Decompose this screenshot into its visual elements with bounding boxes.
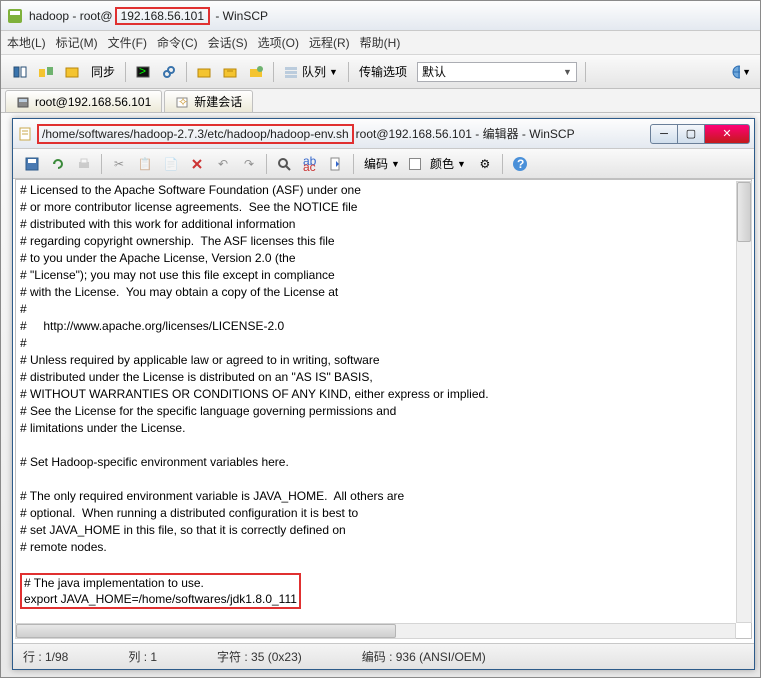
globe-icon[interactable]: ▼ bbox=[730, 61, 752, 83]
svg-text:✧: ✧ bbox=[178, 95, 188, 109]
xfer-label: 传输选项 bbox=[359, 63, 407, 80]
status-col: 列 : 1 bbox=[128, 648, 157, 665]
window-buttons: ─ ▢ ✕ bbox=[651, 124, 750, 144]
editor-toolbar: ✂ 📋 📄 ↶ ↷ abac 编码 ▼ 颜色 ▼ ⚙ ? bbox=[13, 149, 754, 179]
print-icon[interactable] bbox=[73, 153, 95, 175]
menu-remote[interactable]: 远程(R) bbox=[309, 34, 350, 51]
main-toolbar: 同步 > 队列 ▼ 传输选项 默认▼ ▼ bbox=[1, 55, 760, 89]
main-title: hadoop - root@192.168.56.101 - WinSCP bbox=[29, 9, 754, 23]
svg-text:?: ? bbox=[517, 157, 524, 171]
color-select[interactable]: 颜色 ▼ bbox=[424, 153, 472, 174]
tab-session[interactable]: root@192.168.56.101 bbox=[5, 90, 162, 112]
nav-icon[interactable] bbox=[9, 61, 31, 83]
app-icon bbox=[7, 8, 23, 24]
status-char: 字符 : 35 (0x23) bbox=[217, 648, 302, 665]
xfer-select[interactable]: 默认▼ bbox=[417, 62, 577, 82]
hscroll-thumb[interactable] bbox=[16, 624, 396, 638]
undo-icon[interactable]: ↶ bbox=[212, 153, 234, 175]
delete-icon[interactable] bbox=[186, 153, 208, 175]
sync-folder-icon[interactable] bbox=[61, 61, 83, 83]
cut-icon[interactable]: ✂ bbox=[108, 153, 130, 175]
menu-opt[interactable]: 选项(O) bbox=[258, 34, 299, 51]
paste-icon[interactable]: 📄 bbox=[160, 153, 182, 175]
goto-icon[interactable] bbox=[325, 153, 347, 175]
close-button[interactable]: ✕ bbox=[704, 124, 750, 144]
editor-titlebar: /home/softwares/hadoop-2.7.3/etc/hadoop/… bbox=[13, 119, 754, 149]
save-icon[interactable] bbox=[21, 153, 43, 175]
find-icon[interactable] bbox=[273, 153, 295, 175]
session-tabs: root@192.168.56.101 ✧新建会话 bbox=[1, 89, 760, 113]
editor-content[interactable]: # Licensed to the Apache Software Founda… bbox=[16, 180, 751, 639]
menu-file[interactable]: 文件(F) bbox=[108, 34, 147, 51]
file-path: /home/softwares/hadoop-2.7.3/etc/hadoop/… bbox=[37, 124, 354, 144]
svg-text:>: > bbox=[139, 64, 146, 78]
server-icon bbox=[16, 95, 30, 109]
editor-title-rest: root@192.168.56.101 - 编辑器 - WinSCP bbox=[356, 125, 651, 142]
folder1-icon[interactable] bbox=[193, 61, 215, 83]
editor-window: /home/softwares/hadoop-2.7.3/etc/hadoop/… bbox=[12, 118, 755, 670]
ip-highlight: 192.168.56.101 bbox=[115, 7, 210, 25]
menu-cmd[interactable]: 命令(C) bbox=[157, 34, 198, 51]
encoding-select[interactable]: 编码 ▼ bbox=[358, 153, 406, 174]
main-menu: 本地(L) 标记(M) 文件(F) 命令(C) 会话(S) 选项(O) 远程(R… bbox=[1, 31, 760, 55]
status-line: 行 : 1/98 bbox=[23, 648, 68, 665]
main-titlebar: hadoop - root@192.168.56.101 - WinSCP bbox=[1, 1, 760, 31]
svg-text:ac: ac bbox=[303, 160, 316, 172]
horizontal-scrollbar[interactable] bbox=[15, 623, 736, 639]
sync-button[interactable]: 同步 bbox=[85, 61, 121, 82]
help-icon[interactable]: ? bbox=[509, 153, 531, 175]
copy-icon[interactable]: 📋 bbox=[134, 153, 156, 175]
editor-text-area[interactable]: # Licensed to the Apache Software Founda… bbox=[15, 179, 752, 639]
settings-icon[interactable]: ⚙ bbox=[474, 153, 496, 175]
menu-session[interactable]: 会话(S) bbox=[208, 34, 248, 51]
vertical-scrollbar[interactable] bbox=[736, 181, 752, 623]
queue-button[interactable]: 队列 ▼ bbox=[278, 61, 344, 82]
editor-statusbar: 行 : 1/98 列 : 1 字符 : 35 (0x23) 编码 : 936 (… bbox=[13, 643, 754, 669]
tab-new-session[interactable]: ✧新建会话 bbox=[164, 90, 253, 112]
new-icon: ✧ bbox=[175, 95, 189, 109]
maximize-button[interactable]: ▢ bbox=[677, 124, 705, 144]
scroll-thumb[interactable] bbox=[737, 182, 751, 242]
menu-local[interactable]: 本地(L) bbox=[7, 34, 46, 51]
java-home-highlight: # The java implementation to use. export… bbox=[20, 573, 301, 609]
folder-refresh-icon[interactable] bbox=[245, 61, 267, 83]
compare-icon[interactable] bbox=[35, 61, 57, 83]
find-replace-icon[interactable]: abac bbox=[299, 153, 321, 175]
link-icon[interactable] bbox=[158, 61, 180, 83]
folder2-icon[interactable] bbox=[219, 61, 241, 83]
minimize-button[interactable]: ─ bbox=[650, 124, 678, 144]
menu-help[interactable]: 帮助(H) bbox=[360, 34, 401, 51]
redo-icon[interactable]: ↷ bbox=[238, 153, 260, 175]
menu-mark[interactable]: 标记(M) bbox=[56, 34, 98, 51]
reload-icon[interactable] bbox=[47, 153, 69, 175]
terminal-icon[interactable]: > bbox=[132, 61, 154, 83]
encoding-check[interactable] bbox=[409, 158, 421, 170]
status-enc: 编码 : 936 (ANSI/OEM) bbox=[362, 648, 486, 665]
notepad-icon bbox=[17, 126, 33, 142]
